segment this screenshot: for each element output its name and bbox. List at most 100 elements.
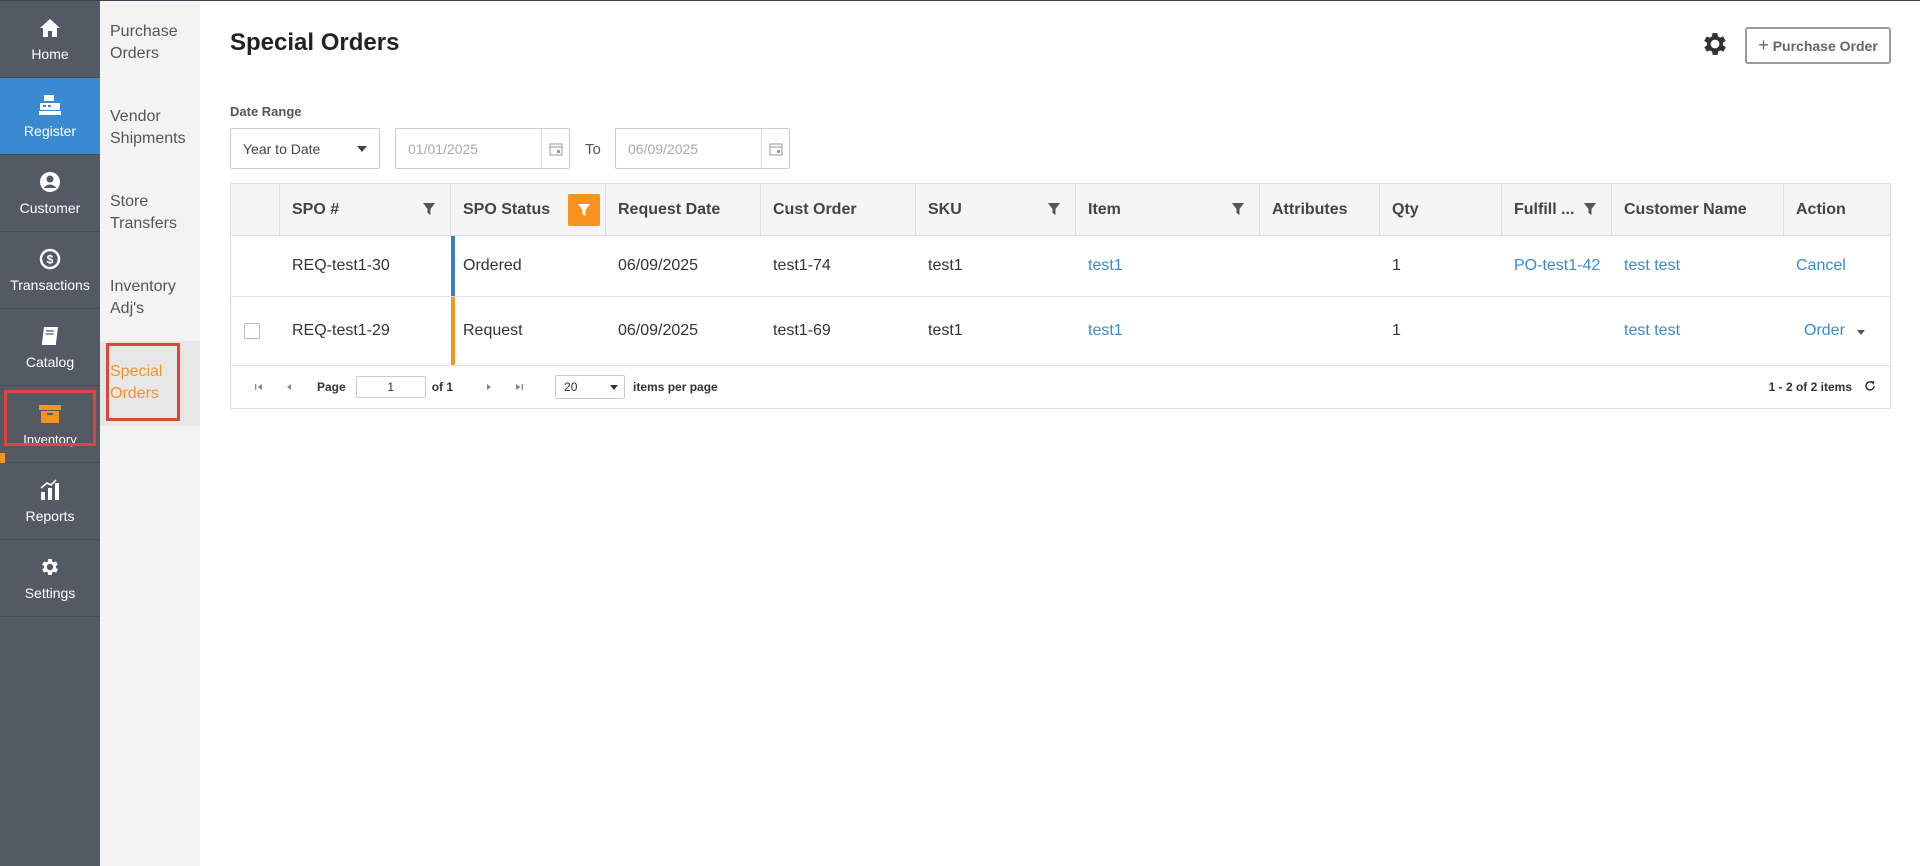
nav-customer-label: Customer [19, 200, 81, 216]
col-qty[interactable]: Qty [1380, 184, 1502, 235]
nav-register[interactable]: Register [0, 78, 100, 155]
chevron-down-icon [357, 145, 367, 152]
nav-home-label: Home [31, 46, 69, 62]
add-purchase-order-label: Purchase Order [1772, 37, 1878, 54]
nav-transactions[interactable]: $ Transactions [0, 232, 100, 309]
submenu-purchase-orders[interactable]: Purchase Orders [100, 1, 200, 86]
nav-inventory[interactable]: Inventory [0, 386, 100, 463]
inventory-icon [38, 402, 62, 426]
nav-settings-label: Settings [24, 585, 76, 601]
spo-number-cell: REQ-test1-30 [292, 257, 390, 274]
chevron-down-icon [1856, 330, 1865, 335]
action-cell: Order [1784, 297, 1890, 365]
fulfill-po-link[interactable]: PO-test1-42 [1514, 257, 1600, 275]
date-range-label: Date Range [230, 104, 302, 119]
customer-link[interactable]: test test [1624, 257, 1680, 275]
filter-active-icon[interactable] [568, 194, 600, 226]
nav-catalog[interactable]: Catalog [0, 309, 100, 386]
reports-icon [38, 478, 62, 502]
row-checkbox[interactable] [244, 323, 260, 339]
nav-transactions-label: Transactions [10, 277, 90, 293]
refresh-icon[interactable] [1864, 380, 1876, 395]
page-settings-button[interactable] [1700, 29, 1730, 59]
attributes-cell [1260, 297, 1380, 365]
col-qty-label: Qty [1392, 200, 1419, 218]
grid-header: SPO # SPO Status Request Date Cust Order… [231, 184, 1890, 236]
calendar-icon[interactable] [761, 129, 789, 168]
nav-reports-label: Reports [25, 508, 75, 524]
customer-icon [38, 170, 62, 194]
col-attributes[interactable]: Attributes [1260, 184, 1380, 235]
request-date-cell: 06/09/2025 [618, 322, 699, 339]
item-link[interactable]: test1 [1088, 257, 1123, 275]
row-select-cell [231, 236, 280, 296]
customer-link[interactable]: test test [1624, 322, 1680, 340]
col-fulfill[interactable]: Fulfill ... [1502, 184, 1612, 235]
qty-cell: 1 [1392, 257, 1401, 274]
prev-page-icon[interactable] [279, 377, 299, 397]
sku-cell: test1 [928, 257, 963, 274]
submenu-store-transfers[interactable]: Store Transfers [100, 171, 200, 256]
page-number-input[interactable] [355, 376, 426, 398]
col-cust-order[interactable]: Cust Order [761, 184, 916, 235]
chevron-down-icon [610, 384, 619, 390]
table-row[interactable]: REQ-test1-29 Request 06/09/2025 test1-69… [231, 297, 1890, 366]
start-date-input[interactable] [396, 129, 541, 168]
pager-summary: 1 - 2 of 2 items [1768, 380, 1852, 394]
main-nav: Home Register Customer $ Transactions Ca… [0, 1, 100, 866]
fulfill-cell [1502, 297, 1612, 365]
plus-icon: + [1758, 35, 1769, 55]
nav-register-label: Register [23, 123, 77, 139]
col-request-date[interactable]: Request Date [606, 184, 761, 235]
add-purchase-order-button[interactable]: + Purchase Order [1745, 27, 1891, 64]
col-fulfill-label: Fulfill ... [1514, 200, 1575, 218]
order-button[interactable]: Order [1804, 322, 1845, 340]
date-range-value: Year to Date [243, 140, 321, 157]
fulfill-cell: PO-test1-42 [1502, 236, 1612, 296]
qty-cell: 1 [1392, 322, 1401, 339]
home-icon [38, 16, 62, 40]
filter-icon[interactable] [1579, 198, 1601, 220]
end-date-input[interactable] [616, 129, 761, 168]
col-action[interactable]: Action [1784, 184, 1890, 235]
submenu-vendor-shipments[interactable]: Vendor Shipments [100, 86, 200, 171]
first-page-icon[interactable] [249, 377, 269, 397]
grid-pager: Page of 1 20 items per page 1 - 2 of 2 i… [231, 366, 1890, 408]
item-link[interactable]: test1 [1088, 322, 1123, 340]
date-range-select[interactable]: Year to Date [230, 128, 380, 169]
start-date-field [395, 128, 570, 169]
filter-icon[interactable] [418, 198, 440, 220]
action-dropdown-toggle[interactable] [1856, 322, 1865, 340]
col-customer-name[interactable]: Customer Name [1612, 184, 1784, 235]
page-label: Page [317, 380, 346, 394]
submenu-special-orders[interactable]: Special Orders [100, 341, 200, 426]
status-text: Ordered [463, 257, 522, 274]
col-sku[interactable]: SKU [916, 184, 1076, 235]
nav-catalog-label: Catalog [25, 354, 75, 370]
next-page-icon[interactable] [479, 377, 499, 397]
filter-icon[interactable] [1043, 198, 1065, 220]
col-cust-order-label: Cust Order [773, 200, 857, 218]
col-spo-number[interactable]: SPO # [280, 184, 451, 235]
item-cell: test1 [1076, 236, 1260, 296]
settings-icon [38, 555, 62, 579]
spo-status-cell: Ordered [451, 236, 606, 296]
last-page-icon[interactable] [509, 377, 529, 397]
special-orders-grid: SPO # SPO Status Request Date Cust Order… [230, 183, 1891, 409]
filter-icon[interactable] [1227, 198, 1249, 220]
nav-customer[interactable]: Customer [0, 155, 100, 232]
submenu-inventory-adjs[interactable]: Inventory Adj's [100, 256, 200, 341]
col-item[interactable]: Item [1076, 184, 1260, 235]
status-indicator-request [451, 297, 455, 365]
col-request-date-label: Request Date [618, 200, 721, 218]
spo-status-cell: Request [451, 297, 606, 365]
table-row[interactable]: REQ-test1-30 Ordered 06/09/2025 test1-74… [231, 236, 1890, 297]
col-spo-status[interactable]: SPO Status [451, 184, 606, 235]
nav-reports[interactable]: Reports [0, 463, 100, 540]
cancel-button[interactable]: Cancel [1796, 257, 1846, 275]
nav-settings[interactable]: Settings [0, 540, 100, 617]
nav-home[interactable]: Home [0, 1, 100, 78]
page-size-select[interactable]: 20 [555, 375, 626, 399]
col-customer-name-label: Customer Name [1624, 200, 1747, 218]
calendar-icon[interactable] [541, 129, 569, 168]
